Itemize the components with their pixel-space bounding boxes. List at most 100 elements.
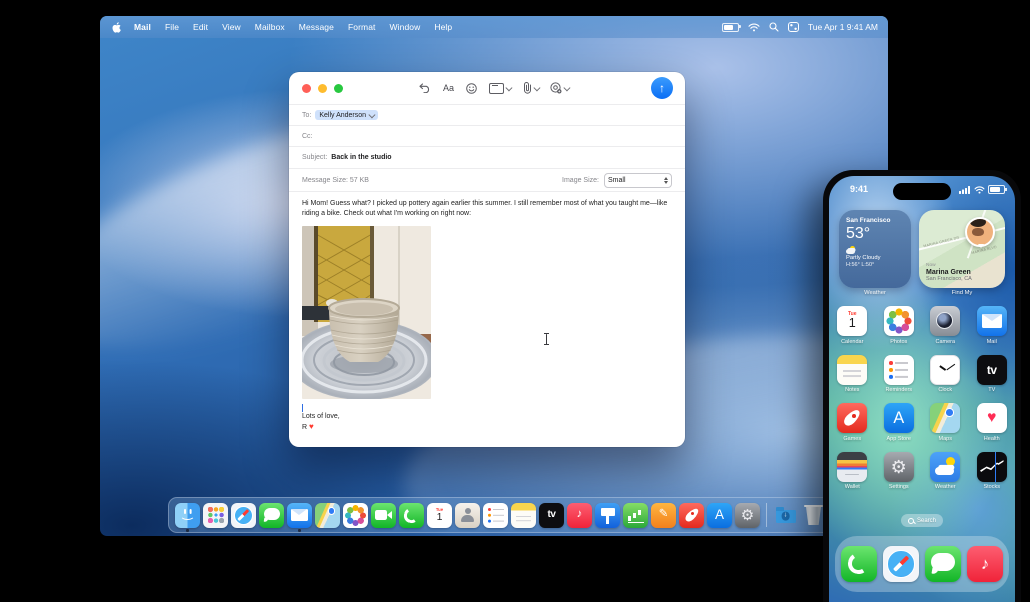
subject-value: Back in the studio — [331, 154, 392, 161]
search-icon[interactable] — [769, 22, 779, 32]
format-button[interactable]: Aa — [443, 83, 454, 93]
menu-item[interactable]: View — [215, 22, 248, 32]
memoji-avatar — [965, 217, 995, 247]
dock-icon-facetime[interactable] — [371, 502, 396, 528]
iphone-app-settings[interactable]: ⚙ Settings — [876, 451, 923, 490]
menubar-clock[interactable]: Tue Apr 1 9:41 AM — [808, 22, 878, 32]
dock-icon-tv[interactable]: tv — [539, 502, 564, 528]
weather-widget[interactable]: San Francisco 53° Partly Cloudy H:56° L:… — [839, 210, 911, 288]
iphone-app-health[interactable]: ♥ Health — [969, 403, 1016, 442]
iphone-app-appstore[interactable]: A App Store — [876, 403, 923, 442]
marketing-canvas: { "desktop": { "menubar": { "app_menu": … — [0, 0, 1030, 602]
iphone-device: 9:41 San Francisco 53° Partly Cloudy H:5… — [823, 170, 1021, 602]
header-fields-button[interactable] — [489, 82, 513, 94]
iphone-app-weather[interactable]: Weather — [922, 451, 969, 490]
image-size-label: Image Size: — [562, 176, 599, 184]
menu-item-mail[interactable]: Mail — [127, 22, 158, 32]
message-body[interactable]: Hi Mom! Guess what? I picked up pottery … — [289, 191, 685, 433]
findmy-widget[interactable]: MARINA GREEN DR MARINA BLVD Now Marina G… — [919, 210, 1005, 288]
iphone-app-calendar[interactable]: Tue 1 Calendar — [829, 306, 876, 345]
to-field[interactable]: To: Kelly Anderson — [289, 104, 685, 125]
cc-field[interactable]: Cc: — [289, 125, 685, 146]
iphone-app-games[interactable]: Games — [829, 403, 876, 442]
dock-icon-contacts[interactable] — [455, 502, 480, 528]
recipient-pill[interactable]: Kelly Anderson — [315, 110, 378, 120]
iphone-app-stocks[interactable]: Stocks — [969, 451, 1016, 490]
map-street-label: MARINA GREEN DR — [923, 235, 960, 249]
dock-icon-phone[interactable] — [399, 502, 424, 528]
apple-menu[interactable] — [112, 21, 121, 33]
battery-icon[interactable] — [721, 22, 741, 32]
compose-toolbar: Aa ↑ — [289, 72, 685, 104]
attach-button[interactable] — [523, 82, 540, 94]
subject-field[interactable]: Subject: Back in the studio — [289, 146, 685, 168]
menu-item[interactable]: Mailbox — [248, 22, 292, 32]
dock-icon-notes[interactable] — [511, 502, 536, 528]
spotlight-search-pill[interactable]: Search — [900, 514, 944, 527]
iphone-dock-messages[interactable] — [925, 546, 961, 582]
dock-icon-downloads[interactable]: ↓ — [773, 503, 798, 528]
iphone-app-photos[interactable]: Photos — [876, 306, 923, 345]
dock-icon-games[interactable] — [679, 502, 704, 528]
menu-item[interactable]: File — [158, 22, 186, 32]
dock-icon-numbers[interactable] — [623, 502, 648, 528]
dock-icon-calendar[interactable]: Tue 1 — [427, 502, 452, 528]
iphone-app-wallet[interactable]: Wallet — [829, 451, 876, 490]
zoom-button[interactable] — [334, 83, 343, 93]
iphone-dock-music[interactable]: ♪ — [967, 546, 1003, 582]
iphone-app-tv[interactable]: tv TV — [969, 354, 1016, 393]
iphone-app-notes[interactable]: Notes — [829, 354, 876, 393]
send-button[interactable]: ↑ — [651, 77, 673, 99]
control-center-icon[interactable] — [787, 22, 799, 32]
iphone-dock-safari[interactable] — [883, 546, 919, 582]
menu-item[interactable]: Help — [427, 22, 459, 32]
minimize-button[interactable] — [318, 83, 327, 93]
iphone-app-maps[interactable]: Maps — [922, 403, 969, 442]
findmy-location: San Francisco, CA — [926, 276, 972, 282]
undo-button[interactable] — [419, 83, 431, 93]
dock-icon-settings[interactable]: ⚙ — [735, 502, 760, 528]
mac-dock: Tue 1 tv ♪ ✎ A ⚙ ↓ — [168, 497, 833, 533]
iphone-app-reminders[interactable]: Reminders — [876, 354, 923, 393]
dock-icon-pages[interactable]: ✎ — [651, 502, 676, 528]
closing-line: Lots of love, — [302, 413, 340, 421]
dock-icon-photos[interactable] — [343, 502, 368, 528]
dock-icon-keynote[interactable] — [595, 502, 620, 528]
running-indicator — [186, 529, 189, 532]
weather-temp: 53° — [846, 225, 871, 242]
insert-photo-button[interactable] — [550, 82, 571, 94]
dock-icon-appstore[interactable]: A — [707, 502, 732, 528]
iphone-dock-phone[interactable] — [841, 546, 877, 582]
widget-row: San Francisco 53° Partly Cloudy H:56° L:… — [839, 210, 1005, 288]
menu-item[interactable]: Message — [292, 22, 341, 32]
dock-icon-messages[interactable] — [259, 502, 284, 528]
dock-icon-maps[interactable] — [315, 502, 340, 528]
weather-city: San Francisco — [846, 217, 891, 224]
iphone-status-bar: 9:41 — [829, 182, 1015, 200]
dock-icon-reminders[interactable] — [483, 502, 508, 528]
cc-label: Cc: — [302, 132, 313, 140]
weather-hi-lo: H:56° L:50° — [846, 262, 875, 268]
menu-item[interactable]: Format — [341, 22, 383, 32]
battery-icon — [988, 185, 1007, 194]
dock-icon-safari[interactable] — [231, 502, 256, 528]
iphone-app-clock[interactable]: Clock — [922, 354, 969, 393]
menu-item[interactable]: Window — [383, 22, 428, 32]
emoji-button[interactable] — [466, 82, 477, 94]
dynamic-island — [893, 183, 951, 200]
dock-icon-mail[interactable] — [287, 502, 312, 532]
close-button[interactable] — [302, 83, 311, 93]
iphone-app-camera[interactable]: Camera — [922, 306, 969, 345]
image-size-select[interactable]: Small — [604, 172, 672, 188]
cellular-icon — [959, 185, 970, 194]
dock-icon-finder[interactable] — [175, 502, 200, 532]
stepper-icon — [664, 176, 668, 184]
dock-icon-music[interactable]: ♪ — [567, 502, 592, 528]
menu-item[interactable]: Edit — [186, 22, 215, 32]
wifi-icon[interactable] — [748, 23, 760, 32]
iphone-app-mail[interactable]: Mail — [969, 306, 1016, 345]
dock-icon-launchpad[interactable] — [203, 502, 228, 528]
pottery-photo-attachment[interactable] — [302, 226, 431, 400]
message-size-row: Message Size: 57 KB Image Size: Small — [289, 168, 685, 191]
findmy-place: Marina Green — [926, 268, 971, 276]
